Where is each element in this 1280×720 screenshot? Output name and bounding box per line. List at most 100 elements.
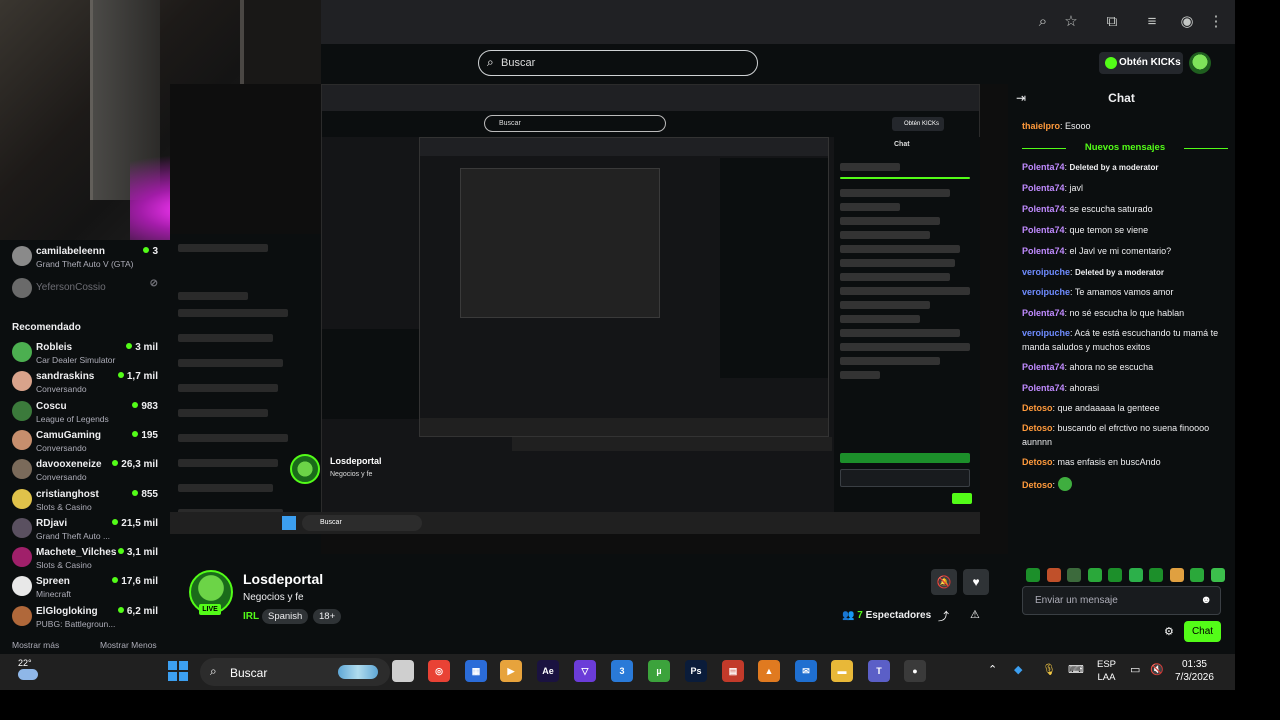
- search-input[interactable]: ⌕ Buscar: [478, 50, 758, 76]
- chat-username[interactable]: veroipuche: [1022, 267, 1070, 277]
- viewers-icon: 👥: [842, 610, 858, 621]
- channel-category: Conversando: [36, 442, 87, 453]
- sidebar-channel[interactable]: RDjavi Grand Theft Auto ... 21,5 mil: [0, 516, 170, 546]
- calendar-icon[interactable]: ▤: [722, 660, 744, 682]
- profile-icon[interactable]: ◉: [1178, 13, 1196, 31]
- volume-muted-icon[interactable]: 🔇: [1150, 663, 1164, 676]
- emote-icon[interactable]: [1067, 568, 1081, 582]
- show-more-link[interactable]: Mostrar más: [12, 640, 59, 650]
- chat-username[interactable]: veroipuche: [1022, 287, 1070, 297]
- utorrent-icon[interactable]: µ: [648, 660, 670, 682]
- get-kicks-button[interactable]: Obtén KICKs: [1099, 52, 1183, 74]
- tag-language[interactable]: Spanish: [262, 609, 309, 624]
- star-icon[interactable]: ☆: [1062, 13, 1080, 31]
- network-icon[interactable]: ▭: [1130, 663, 1140, 676]
- show-less-link[interactable]: Mostrar Menos: [100, 640, 157, 650]
- sidebar-channel[interactable]: ElGlogloking PUBG: Battlegroun... 6,2 mil: [0, 604, 170, 634]
- emote-icon[interactable]: [1128, 568, 1143, 582]
- app-3-icon[interactable]: 3: [611, 660, 633, 682]
- channel-name[interactable]: Losdeportal: [243, 571, 323, 587]
- chat-username[interactable]: veroipuche: [1022, 328, 1070, 338]
- folder-icon[interactable]: ▬: [831, 660, 853, 682]
- clock[interactable]: 01:35 7/3/2026: [1175, 658, 1214, 684]
- sidebar-channel[interactable]: cristianghost Slots & Casino 855: [0, 487, 170, 517]
- chat-username[interactable]: Polenta74: [1022, 204, 1065, 214]
- emote-icon[interactable]: [1046, 568, 1061, 582]
- extensions-icon[interactable]: ⧉: [1103, 13, 1121, 31]
- media-player-icon[interactable]: ▶: [500, 660, 522, 682]
- language-indicator[interactable]: ESP LAA: [1097, 658, 1116, 684]
- emote-icon[interactable]: [1108, 568, 1122, 582]
- recommended-title: Recomendado: [12, 322, 81, 333]
- chat-username[interactable]: Polenta74: [1022, 383, 1065, 393]
- emote-icon[interactable]: [1169, 568, 1184, 582]
- avatar: [12, 576, 32, 597]
- microphone-icon[interactable]: 🎙: [1042, 663, 1056, 676]
- report-icon[interactable]: ⚠: [970, 608, 980, 621]
- chrome-icon[interactable]: ◎: [428, 660, 450, 682]
- chat-send-button[interactable]: Chat: [1184, 621, 1221, 642]
- sidebar-channel[interactable]: Robleis Car Dealer Simulator 3 mil: [0, 340, 170, 370]
- user-avatar[interactable]: [1189, 52, 1211, 74]
- emote-icon[interactable]: [1190, 568, 1204, 582]
- tag-age[interactable]: 18+: [313, 609, 342, 624]
- viewer-count: 👥 7 Espectadores: [842, 610, 932, 621]
- security-icon[interactable]: ◆: [1014, 663, 1022, 676]
- emoji-icon[interactable]: ☻: [1200, 594, 1212, 606]
- chat-message-input[interactable]: Enviar un mensaje ☻: [1022, 586, 1221, 615]
- emote-icon[interactable]: [1087, 568, 1102, 582]
- sidebar-channel[interactable]: sandraskins Conversando 1,7 mil: [0, 369, 170, 399]
- chat-message: veroipuche: Acá te está escuchando tu ma…: [1022, 328, 1219, 352]
- channel-category: Conversando: [36, 472, 87, 483]
- chat-username[interactable]: thaielpro: [1022, 121, 1060, 131]
- sidebar-channel[interactable]: Spreen Minecraft 17,6 mil: [0, 574, 170, 604]
- sidebar-channel[interactable]: Coscu League of Legends 983: [0, 399, 170, 429]
- keyboard-icon[interactable]: ⌨: [1068, 663, 1084, 676]
- taskbar-search[interactable]: ⌕ Buscar: [200, 658, 390, 686]
- chat-username[interactable]: Polenta74: [1022, 225, 1065, 235]
- emote-icon[interactable]: [1149, 568, 1163, 582]
- chat-username[interactable]: Detoso: [1022, 403, 1053, 413]
- brave-icon[interactable]: ▽: [574, 660, 596, 682]
- mute-notifications-button[interactable]: 🔕: [931, 569, 957, 595]
- emote-icon[interactable]: [1026, 568, 1040, 582]
- sidebar-channel[interactable]: CamuGaming Conversando 195: [0, 428, 170, 458]
- windows-start-icon[interactable]: [168, 661, 188, 681]
- menu-icon[interactable]: ⋮: [1207, 13, 1225, 31]
- channel-category: PUBG: Battlegroun...: [36, 618, 116, 629]
- media-icon[interactable]: ≡: [1143, 13, 1161, 31]
- outlook-icon[interactable]: ✉: [795, 660, 817, 682]
- chat-username[interactable]: Polenta74: [1022, 308, 1065, 318]
- weather-widget[interactable]: 22°: [18, 658, 38, 680]
- channel-name: RDjavi: [36, 517, 68, 529]
- chat-username[interactable]: Polenta74: [1022, 362, 1065, 372]
- stream-video[interactable]: Buscar Obtén KICKs Chat Losdeportal Nego…: [170, 84, 1008, 554]
- sidebar-channel[interactable]: Machete_Vilches Slots & Casino 3,1 mil: [0, 545, 170, 575]
- teams-icon[interactable]: T: [868, 660, 890, 682]
- follow-heart-button[interactable]: ♥: [963, 569, 989, 595]
- share-icon[interactable]: ⤴: [938, 608, 949, 624]
- emote-icon[interactable]: [1210, 568, 1225, 582]
- sidebar-channel[interactable]: davooxeneize Conversando 26,3 mil: [0, 457, 170, 487]
- file-explorer-icon[interactable]: [392, 660, 414, 682]
- chat-username[interactable]: Polenta74: [1022, 246, 1065, 256]
- channel-name: Coscu: [36, 400, 67, 412]
- chat-username[interactable]: Polenta74: [1022, 162, 1065, 172]
- search-placeholder: Buscar: [501, 57, 536, 69]
- zoom-icon[interactable]: ⌕: [1034, 13, 1052, 31]
- chat-username[interactable]: Polenta74: [1022, 183, 1065, 193]
- chat-settings-icon[interactable]: ⚙: [1164, 625, 1174, 638]
- vlc-icon[interactable]: ▲: [758, 660, 780, 682]
- obs-icon[interactable]: ●: [904, 660, 926, 682]
- store-icon[interactable]: ▦: [465, 660, 487, 682]
- chat-username[interactable]: Detoso: [1022, 457, 1053, 467]
- after-effects-icon[interactable]: Ae: [537, 660, 559, 682]
- chevron-up-icon[interactable]: ⌃: [988, 663, 997, 676]
- stream-category[interactable]: IRL: [243, 611, 259, 622]
- chat-username[interactable]: Detoso: [1022, 423, 1053, 433]
- nested-channel-name: Losdeportal: [330, 456, 382, 466]
- sidebar-channel[interactable]: camilabeleenn Grand Theft Auto V (GTA) 3: [0, 244, 170, 274]
- photoshop-icon[interactable]: Ps: [685, 660, 707, 682]
- chat-username[interactable]: Detoso: [1022, 480, 1053, 490]
- sidebar-channel[interactable]: YefersonCossio ⊘: [0, 276, 170, 306]
